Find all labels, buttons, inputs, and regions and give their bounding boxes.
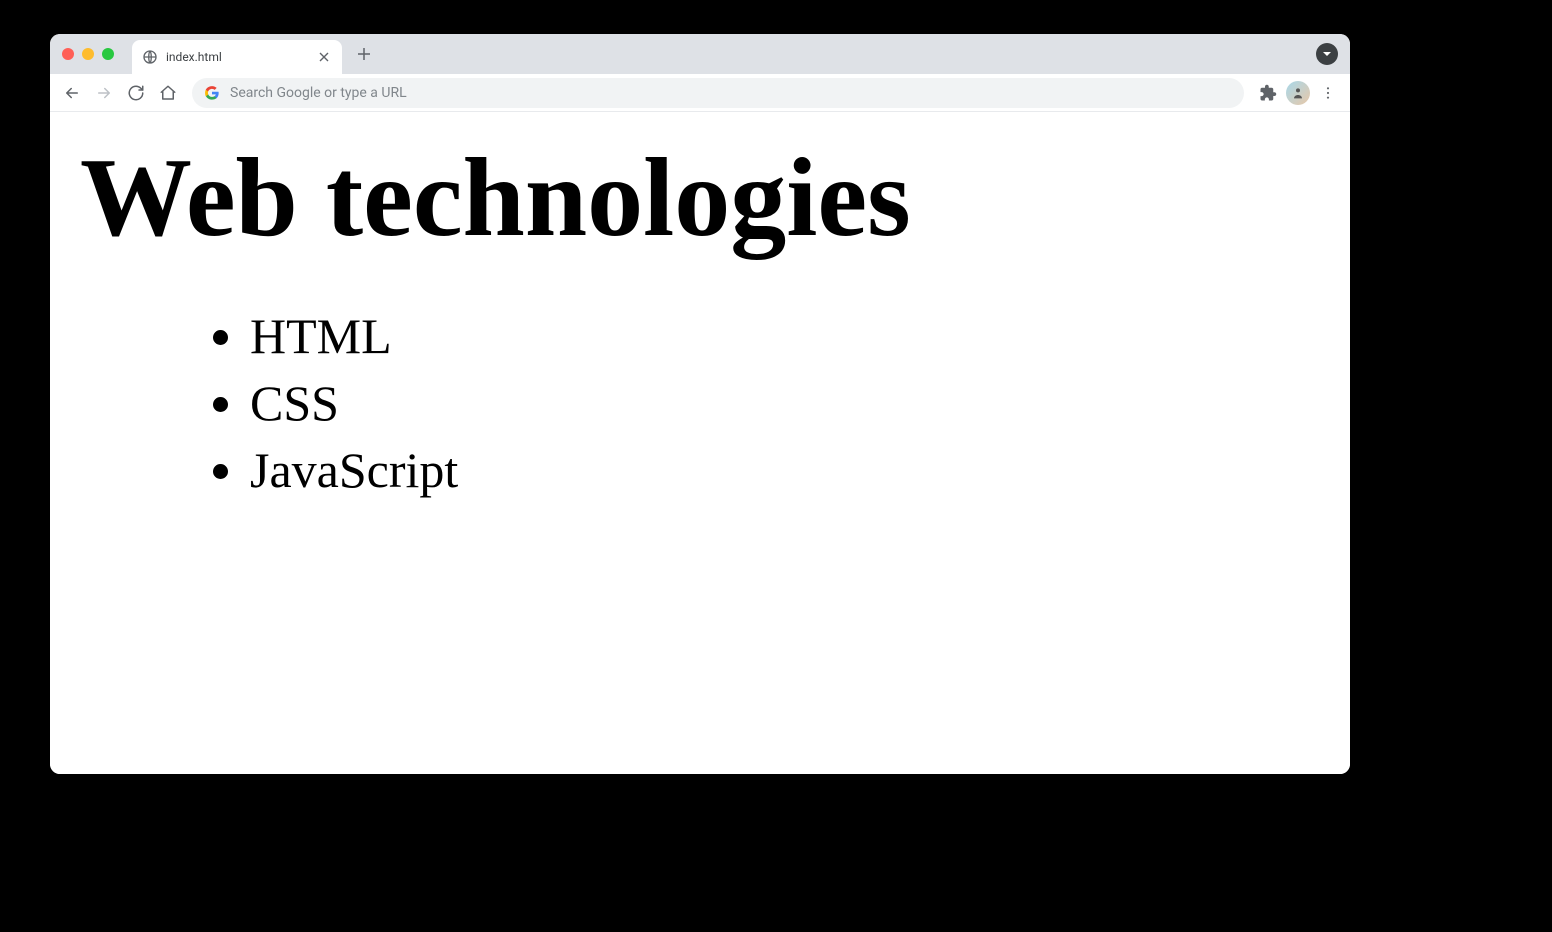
close-tab-button[interactable] [316,49,332,65]
window-maximize-button[interactable] [102,48,114,60]
tab-bar: index.html [50,34,1350,74]
search-tabs-button[interactable] [1316,43,1338,65]
address-bar[interactable]: Search Google or type a URL [192,78,1244,108]
active-tab[interactable]: index.html [132,40,342,74]
browser-window: index.html [50,34,1350,774]
traffic-lights [62,48,114,60]
extensions-button[interactable] [1254,79,1282,107]
window-minimize-button[interactable] [82,48,94,60]
profile-avatar[interactable] [1286,81,1310,105]
address-bar-placeholder: Search Google or type a URL [230,85,407,101]
list-item: JavaScript [250,438,1320,503]
page-heading: Web technologies [80,142,1320,254]
forward-button[interactable] [90,79,118,107]
toolbar: Search Google or type a URL [50,74,1350,112]
home-button[interactable] [154,79,182,107]
list-item: CSS [250,371,1320,436]
page-viewport: Web technologies HTML CSS JavaScript [50,112,1350,774]
back-button[interactable] [58,79,86,107]
window-close-button[interactable] [62,48,74,60]
google-icon [204,85,220,101]
tab-title: index.html [166,50,308,64]
new-tab-button[interactable] [350,40,378,68]
list-item: HTML [250,304,1320,369]
globe-icon [142,49,158,65]
page-list: HTML CSS JavaScript [80,304,1320,503]
reload-button[interactable] [122,79,150,107]
menu-button[interactable] [1314,79,1342,107]
